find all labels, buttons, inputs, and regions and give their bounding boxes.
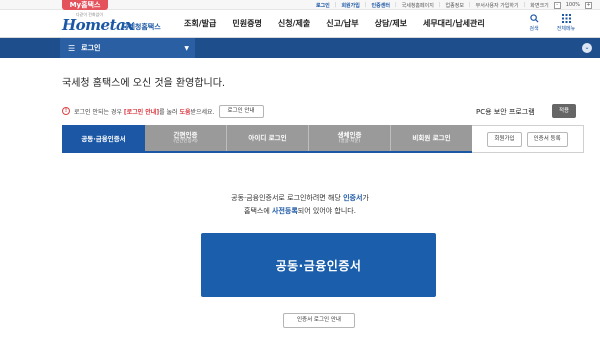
utility-links: 로그인 | 회원가입 | 인증센터 | 국세청홈페이지 | 업종정보 | 무서사…	[316, 0, 592, 10]
cert-login-guide-button[interactable]: 인증서 로그인 안내	[283, 313, 355, 328]
nav-item-tax-agent[interactable]: 세무대리/납세관리	[415, 10, 493, 38]
nav-item-certificates[interactable]: 민원증명	[224, 10, 269, 38]
tab-label: 비회원 로그인	[412, 134, 451, 142]
exclamation-icon: !	[62, 107, 70, 115]
notice-highlight-guide: [로그인 안내]	[123, 108, 160, 116]
divider: |	[364, 2, 367, 8]
divider: |	[334, 2, 337, 8]
desc-text: 홈택스에	[244, 207, 273, 215]
desc-text: 공동·금융인증서로 로그인하려면 해당	[231, 194, 344, 202]
notice-middle: 를 눌러	[159, 108, 180, 116]
cert-description-line-2: 홈택스에 사전등록되어 있어야 합니다.	[0, 206, 600, 216]
login-guide-button[interactable]: 로그인 안내	[218, 104, 264, 118]
nav-item-consulting[interactable]: 상담/제보	[367, 10, 415, 38]
all-menu-button[interactable]: 전체메뉴	[554, 14, 578, 32]
screen-size-label: 화면크기	[530, 2, 549, 9]
tab-joint-cert[interactable]: 공동·금융인증서	[62, 125, 145, 153]
search-label: 검색	[529, 26, 539, 32]
nav-item-filing[interactable]: 신고/납부	[318, 10, 366, 38]
divider: |	[468, 2, 471, 8]
desc-highlight-cert: 인증서	[343, 194, 363, 202]
search-button[interactable]: 검색	[522, 14, 546, 32]
divider: |	[523, 2, 526, 8]
hamburger-icon: ☰	[68, 43, 76, 53]
tab-label: 생체인증	[337, 131, 362, 139]
notice-highlight-help: 도움	[179, 108, 191, 116]
utility-bar: My홈택스 로그인 | 회원가입 | 인증센터 | 국세청홈페이지 | 업종정보…	[0, 0, 600, 10]
tab-simple-auth[interactable]: 간편인증 (민간인증서)	[145, 125, 227, 151]
industry-info-link[interactable]: 업종정보	[446, 2, 464, 9]
all-menu-label: 전체메뉴	[556, 26, 576, 32]
desc-highlight-preregister: 사전등록	[272, 207, 298, 215]
location-dropdown[interactable]: ☰ 로그인 ▼	[60, 38, 195, 58]
search-icon	[529, 14, 539, 23]
tab-sublabel: (얼굴·지문)	[338, 139, 361, 144]
divider: |	[438, 2, 441, 8]
hometax-logo[interactable]: 다같이 전화없이 Hometax 국세청홈택스	[62, 12, 172, 36]
site-header: 다같이 전화없이 Hometax 국세청홈택스 조회/발급 민원증명 신청/제출…	[0, 10, 600, 38]
tab-biometric[interactable]: 생체인증 (얼굴·지문)	[309, 125, 391, 151]
desc-text: 가	[362, 194, 369, 202]
tab-label: 공동·금융인증서	[81, 135, 126, 143]
notice-prefix: 로그인 안되는 경우	[74, 108, 124, 116]
login-method-tabs: 공동·금융인증서 간편인증 (민간인증서) 아이디 로그인 생체인증 (얼굴·지…	[62, 125, 472, 153]
desc-text: 되어 있어야 합니다.	[297, 207, 356, 215]
cert-description-line-1: 공동·금융인증서로 로그인하려면 해당 인증서가	[0, 193, 600, 203]
welcome-heading: 국세청 홈택스에 오신 것을 환영합니다.	[62, 78, 226, 89]
location-bar: ☰ 로그인 ▼ ⌄	[0, 38, 600, 58]
notice-suffix: 받으세요.	[190, 108, 215, 116]
join-button[interactable]: 회원가입	[487, 131, 522, 147]
nav-item-inquiry[interactable]: 조회/발급	[176, 10, 224, 38]
zoom-in-button[interactable]: +	[585, 1, 592, 9]
user-join-link[interactable]: 무서사용자 가입하기	[476, 2, 519, 9]
location-label: 로그인	[81, 44, 101, 52]
pc-security-install-button[interactable]: 적용	[552, 104, 576, 118]
cert-register-button[interactable]: 인증서 등록	[526, 131, 568, 147]
join-link[interactable]: 회원가입	[341, 2, 359, 9]
chevron-down-icon: ▼	[184, 44, 189, 52]
login-link[interactable]: 로그인	[316, 2, 330, 9]
tab-sublabel: (민간인증서)	[173, 139, 198, 144]
zoom-out-button[interactable]: -	[553, 1, 561, 9]
nav-item-application[interactable]: 신청/제출	[270, 10, 318, 38]
notice-text: 로그인 안되는 경우 [로그인 안내]를 눌러 도움받으세요.	[74, 107, 215, 116]
mytax-tab[interactable]: My홈택스	[62, 0, 108, 10]
tab-guest-login[interactable]: 비회원 로그인	[391, 125, 472, 151]
tab-label: 간편인증	[173, 131, 198, 139]
grid-menu-icon	[561, 14, 571, 23]
joint-cert-login-button[interactable]: 공동·금융인증서	[201, 233, 436, 297]
tab-label: 아이디 로그인	[248, 134, 287, 142]
cert-center-link[interactable]: 인증센터	[372, 2, 390, 9]
divider: |	[394, 2, 397, 8]
logo-subtitle: 국세청홈택스	[122, 23, 161, 31]
zoom-level: 100%	[565, 2, 580, 8]
tab-side-actions: 회원가입 인증서 등록	[472, 125, 584, 153]
nts-homepage-link[interactable]: 국세청홈페이지	[402, 2, 434, 9]
main-nav: 조회/발급 민원증명 신청/제출 신고/납부 상담/제보 세무대리/납세관리	[176, 10, 493, 38]
login-notice: ! 로그인 안되는 경우 [로그인 안내]를 눌러 도움받으세요. 로그인 안내	[62, 104, 264, 118]
pc-security-label: PC용 보안 프로그램	[476, 108, 535, 116]
tab-id-login[interactable]: 아이디 로그인	[227, 125, 309, 151]
expand-chevron-icon[interactable]: ⌄	[582, 43, 592, 53]
